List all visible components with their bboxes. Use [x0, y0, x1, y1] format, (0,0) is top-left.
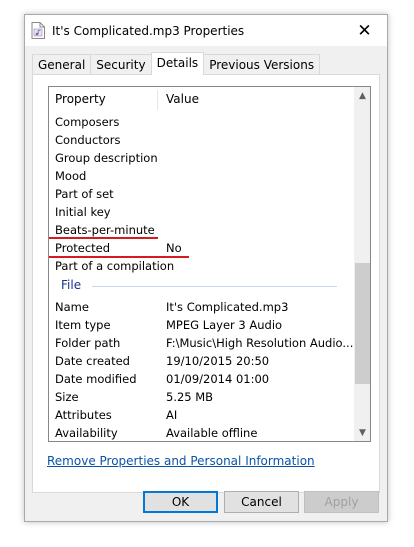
property-name: Composers [55, 115, 120, 129]
property-row[interactable]: Date created 19/10/2015 20:50 [49, 352, 354, 370]
property-row[interactable]: Mood [49, 167, 354, 185]
cancel-button[interactable]: Cancel [224, 491, 299, 513]
property-value: 19/10/2015 20:50 [166, 354, 270, 368]
property-name: Mood [55, 169, 87, 183]
title-bar[interactable]: It's Complicated.mp3 Properties ✕ [25, 15, 387, 46]
properties-window: It's Complicated.mp3 Properties ✕ Genera… [24, 14, 388, 522]
chevron-up-icon: ▲ [359, 90, 366, 101]
window-title: It's Complicated.mp3 Properties [52, 24, 245, 38]
ok-button[interactable]: OK [143, 491, 218, 513]
column-header-value[interactable]: Value [166, 92, 199, 108]
scroll-down-button[interactable]: ▼ [354, 424, 370, 441]
tab-strip: General Security Details Previous Versio… [32, 52, 321, 75]
property-row[interactable]: Part of a compilation [49, 257, 354, 275]
property-row[interactable]: Size 5.25 MB [49, 388, 354, 406]
property-name: Beats-per-minute [55, 223, 155, 237]
property-name: Size [55, 390, 79, 404]
close-button[interactable]: ✕ [342, 15, 387, 46]
property-name: Conductors [55, 133, 121, 147]
property-value: AI [166, 408, 178, 422]
property-row[interactable]: Date modified 01/09/2014 01:00 [49, 370, 354, 388]
details-panel: Property Value Composers Conductors Grou… [32, 74, 380, 493]
property-row[interactable]: Availability Available offline [49, 424, 354, 441]
scroll-up-button[interactable]: ▲ [354, 87, 370, 104]
property-row[interactable]: Folder path F:\Music\High Resolution Aud… [49, 334, 354, 352]
property-name: Date created [55, 354, 130, 368]
property-name: Folder path [55, 336, 121, 350]
column-separator[interactable] [157, 90, 158, 110]
property-name: Attributes [55, 408, 112, 422]
property-name: Part of set [55, 187, 114, 201]
property-row[interactable]: Item type MPEG Layer 3 Audio [49, 316, 354, 334]
property-name: Protected [55, 241, 111, 255]
apply-button[interactable]: Apply [304, 491, 379, 513]
tab-previous-versions[interactable]: Previous Versions [203, 54, 321, 75]
property-name: Name [55, 300, 89, 314]
property-name: Date modified [55, 372, 137, 386]
property-row[interactable]: Conductors [49, 131, 354, 149]
property-value: MPEG Layer 3 Audio [166, 318, 283, 332]
property-row-protected[interactable]: Protected No [49, 239, 354, 257]
chevron-down-icon: ▼ [359, 427, 366, 438]
tab-details[interactable]: Details [150, 52, 205, 75]
property-value: 5.25 MB [166, 390, 214, 404]
property-row[interactable]: Composers [49, 113, 354, 131]
scrollbar-thumb[interactable] [355, 263, 370, 384]
close-icon: ✕ [357, 20, 372, 41]
properties-list-content: Property Value Composers Conductors Grou… [49, 87, 354, 441]
group-header-file[interactable]: File [61, 278, 81, 292]
vertical-scrollbar[interactable]: ▲ ▼ [354, 87, 370, 441]
properties-list[interactable]: Property Value Composers Conductors Grou… [48, 86, 371, 442]
property-value: No [166, 241, 182, 255]
tab-security[interactable]: Security [90, 54, 152, 75]
property-name: Availability [55, 426, 118, 440]
remove-properties-link[interactable]: Remove Properties and Personal Informati… [47, 454, 315, 468]
mp3-file-icon [31, 22, 45, 39]
tab-general[interactable]: General [32, 54, 92, 75]
property-value: 01/09/2014 01:00 [166, 372, 270, 386]
property-name: Part of a compilation [55, 259, 175, 273]
property-name: Initial key [55, 205, 111, 219]
property-row[interactable]: Name It's Complicated.mp3 [49, 298, 354, 316]
group-divider [92, 286, 337, 287]
property-value: F:\Music\High Resolution Audio... [166, 336, 354, 350]
property-name: Item type [55, 318, 111, 332]
property-row[interactable]: Attributes AI [49, 406, 354, 424]
property-value: Available offline [166, 426, 258, 440]
property-row[interactable]: Group description [49, 149, 354, 167]
property-row[interactable]: Part of set [49, 185, 354, 203]
property-value: It's Complicated.mp3 [166, 300, 289, 314]
property-row[interactable]: Initial key [49, 203, 354, 221]
property-name: Group description [55, 151, 158, 165]
column-header-property[interactable]: Property [55, 92, 106, 108]
